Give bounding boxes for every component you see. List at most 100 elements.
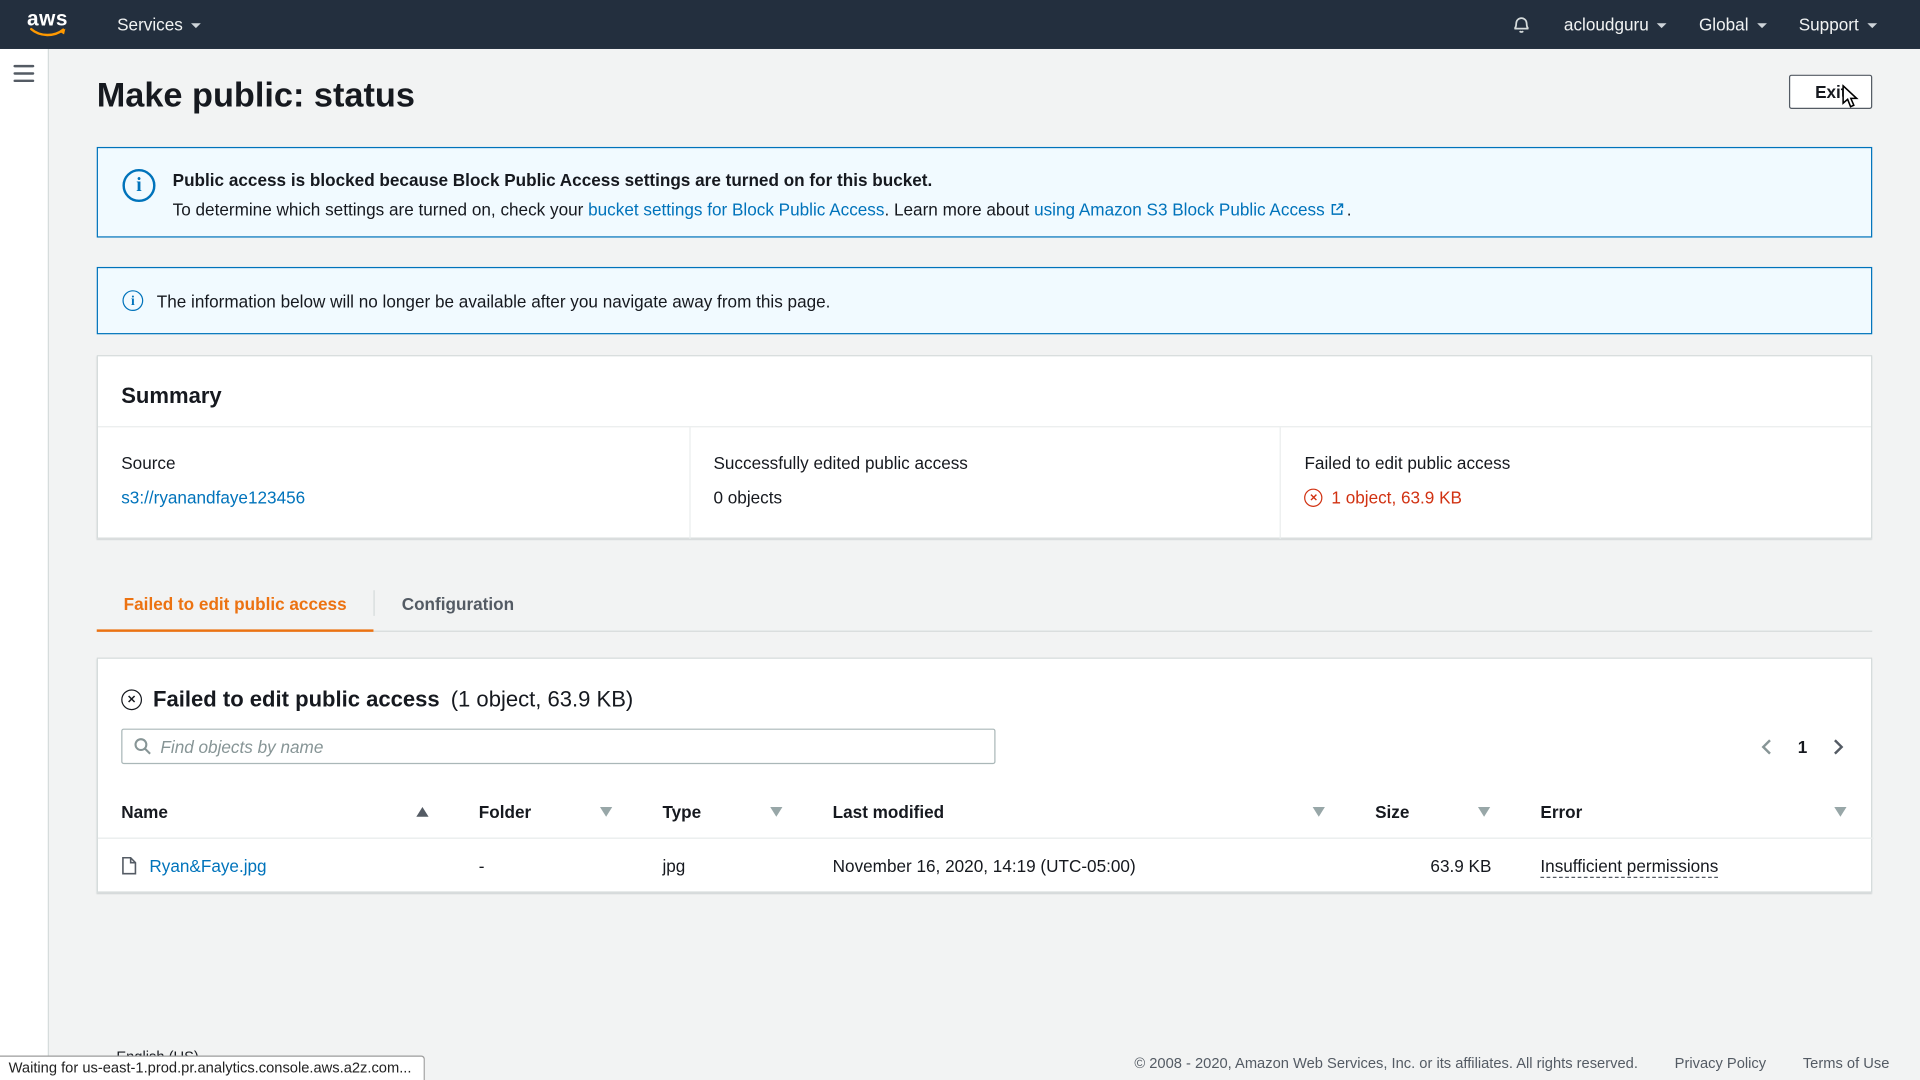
notifications-bell-button[interactable] [1511, 0, 1532, 49]
page-header: Make public: status Exit [97, 75, 1873, 134]
failed-value-row: ✕ 1 object, 63.9 KB [1304, 487, 1847, 508]
aws-logo[interactable]: aws [27, 11, 68, 38]
tab-bar: Failed to edit public access Configurati… [97, 576, 1873, 632]
sort-ascending-icon [416, 807, 428, 817]
bucket-settings-link[interactable]: bucket settings for Block Public Access [588, 200, 884, 220]
summary-title: Summary [121, 382, 1848, 409]
main-content: Make public: status Exit i Public access… [49, 49, 1920, 1080]
region-menu[interactable]: Global [1699, 0, 1767, 49]
terms-of-use-link[interactable]: Terms of Use [1803, 1054, 1890, 1071]
block-public-access-docs-link[interactable]: using Amazon S3 Block Public Access [1034, 200, 1325, 220]
search-icon [133, 737, 151, 755]
external-link-icon [1330, 202, 1345, 217]
page-title: Make public: status [97, 75, 415, 117]
objects-table: Name Folder Type Last modified [98, 786, 1874, 894]
column-header-error[interactable]: Error [1517, 786, 1873, 837]
bell-icon [1511, 14, 1532, 35]
failed-value: 1 object, 63.9 KB [1331, 487, 1462, 508]
object-folder: - [456, 838, 640, 894]
column-header-last-modified[interactable]: Last modified [809, 786, 1351, 837]
support-label: Support [1799, 15, 1859, 35]
object-error[interactable]: Insufficient permissions [1540, 856, 1718, 878]
panel-object-count: (1 object, 63.9 KB) [451, 686, 634, 712]
pagination-next-button[interactable] [1833, 738, 1844, 755]
alert-text: The information below will no longer be … [157, 291, 831, 311]
failed-label: Failed to edit public access [1304, 453, 1847, 474]
info-icon: i [122, 290, 143, 311]
content-column: Make public: status Exit i Public access… [97, 75, 1873, 893]
object-last-modified: November 16, 2020, 14:19 (UTC-05:00) [809, 838, 1351, 894]
failed-objects-panel: ✕ Failed to edit public access (1 object… [97, 658, 1873, 893]
top-navigation-bar: aws Services acloudguru [0, 0, 1920, 49]
search-input[interactable] [160, 737, 983, 757]
alert-body-text: To determine which settings are turned o… [173, 200, 588, 220]
blocked-access-alert: i Public access is blocked because Block… [97, 147, 1873, 238]
topnav-left: aws Services [27, 0, 201, 49]
table-row: Ryan&Faye.jpg - jpg November 16, 2020, 1… [98, 838, 1874, 894]
aws-console-page: aws Services acloudguru [0, 0, 1920, 1080]
tab-configuration[interactable]: Configuration [375, 576, 541, 631]
error-circle-icon: ✕ [121, 689, 142, 710]
chevron-down-icon [1757, 23, 1767, 28]
aws-smile-icon [28, 27, 67, 38]
source-label: Source [121, 453, 665, 474]
column-label: Folder [479, 802, 531, 822]
chevron-down-icon [191, 23, 201, 28]
chevron-left-icon [1761, 738, 1772, 755]
alert-content: Public access is blocked because Block P… [173, 169, 1352, 220]
summary-source-column: Source s3://ryanandfaye123456 [98, 427, 689, 538]
pagination-previous-button[interactable] [1761, 738, 1772, 755]
aws-logo-text: aws [27, 11, 68, 27]
navigate-away-alert: i The information below will no longer b… [97, 267, 1873, 334]
object-search-box[interactable] [121, 729, 995, 765]
column-label: Type [662, 802, 701, 822]
exit-button[interactable]: Exit [1789, 75, 1872, 109]
topnav-right: acloudguru Global Support [1511, 0, 1877, 49]
services-menu[interactable]: Services [117, 0, 201, 49]
account-menu[interactable]: acloudguru [1564, 0, 1667, 49]
chevron-right-icon [1833, 738, 1844, 755]
services-label: Services [117, 15, 183, 35]
summary-card: Summary Source s3://ryanandfaye123456 Su… [97, 355, 1873, 539]
chevron-down-icon [1867, 23, 1877, 28]
tab-failed-to-edit[interactable]: Failed to edit public access [97, 576, 374, 631]
summary-success-column: Successfully edited public access 0 obje… [689, 427, 1280, 538]
object-type: jpg [639, 838, 809, 894]
pagination: 1 [1761, 737, 1848, 757]
left-sidebar [0, 49, 49, 1080]
source-bucket-link[interactable]: s3://ryanandfaye123456 [121, 487, 305, 507]
alert-body-text: . [1347, 200, 1352, 220]
alert-body-text: . Learn more about [884, 200, 1034, 220]
column-header-name[interactable]: Name [98, 786, 456, 837]
alert-heading: Public access is blocked because Block P… [173, 169, 1352, 191]
sort-icon [770, 807, 782, 817]
sort-icon [1834, 807, 1846, 817]
error-circle-icon: ✕ [1304, 489, 1322, 507]
success-label: Successfully edited public access [713, 453, 1256, 474]
copyright-text: © 2008 - 2020, Amazon Web Services, Inc.… [1134, 1054, 1638, 1071]
object-name-link[interactable]: Ryan&Faye.jpg [149, 856, 266, 876]
pagination-current-page[interactable]: 1 [1798, 737, 1808, 757]
privacy-policy-link[interactable]: Privacy Policy [1675, 1054, 1766, 1071]
column-header-size[interactable]: Size [1352, 786, 1517, 837]
alert-body: To determine which settings are turned o… [173, 198, 1352, 220]
column-label: Name [121, 802, 168, 822]
panel-toolbar: 1 [98, 729, 1871, 765]
column-header-folder[interactable]: Folder [456, 786, 640, 837]
panel-header: ✕ Failed to edit public access (1 object… [98, 681, 1871, 718]
footer: © 2008 - 2020, Amazon Web Services, Inc.… [1134, 1054, 1889, 1071]
summary-header: Summary [98, 356, 1871, 427]
object-size: 63.9 KB [1352, 838, 1517, 894]
browser-status-bar: Waiting for us-east-1.prod.pr.analytics.… [0, 1056, 425, 1080]
table-header-row: Name Folder Type Last modified [98, 786, 1874, 837]
summary-failed-column: Failed to edit public access ✕ 1 object,… [1280, 427, 1871, 538]
column-label: Last modified [833, 802, 944, 822]
hamburger-menu-icon[interactable] [13, 65, 34, 82]
account-label: acloudguru [1564, 15, 1649, 35]
info-icon: i [122, 169, 155, 202]
support-menu[interactable]: Support [1799, 0, 1877, 49]
summary-columns: Source s3://ryanandfaye123456 Successful… [98, 427, 1871, 538]
column-label: Size [1375, 802, 1409, 822]
column-header-type[interactable]: Type [639, 786, 809, 837]
panel-title: Failed to edit public access [153, 686, 440, 712]
